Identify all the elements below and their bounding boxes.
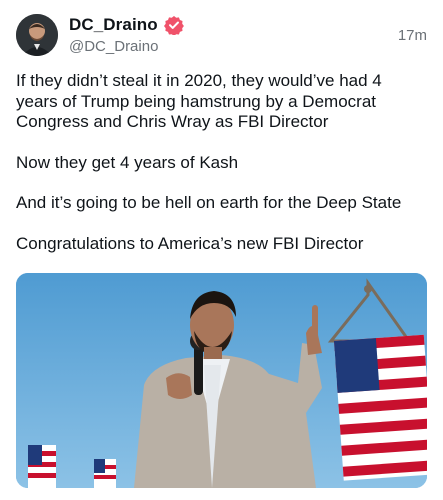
author-display-name[interactable]: DC_Draino (69, 15, 158, 35)
post-paragraph: And it’s going to be hell on earth for t… (16, 193, 402, 212)
avatar-photo (16, 14, 58, 56)
author-handle[interactable]: @DC_Draino (69, 38, 158, 55)
post-text: If they didn’t steal it in 2020, they wo… (16, 71, 428, 274)
verified-badge-icon (163, 16, 184, 35)
post-paragraph: Now they get 4 years of Kash (16, 152, 239, 172)
post-paragraph: Congratulations to America’s new FBI Dir… (16, 233, 364, 253)
post-media-photo[interactable] (16, 273, 427, 488)
post-card[interactable]: DC_Draino @DC_Draino 17m If they didn’t … (0, 0, 443, 500)
post-paragraph: If they didn’t steal it in 2020, they wo… (16, 71, 382, 131)
author-avatar[interactable] (16, 14, 58, 56)
post-timestamp[interactable]: 17m (398, 27, 427, 44)
speaker-with-flag-image (16, 273, 427, 488)
author-name-row[interactable]: DC_Draino (69, 15, 184, 35)
